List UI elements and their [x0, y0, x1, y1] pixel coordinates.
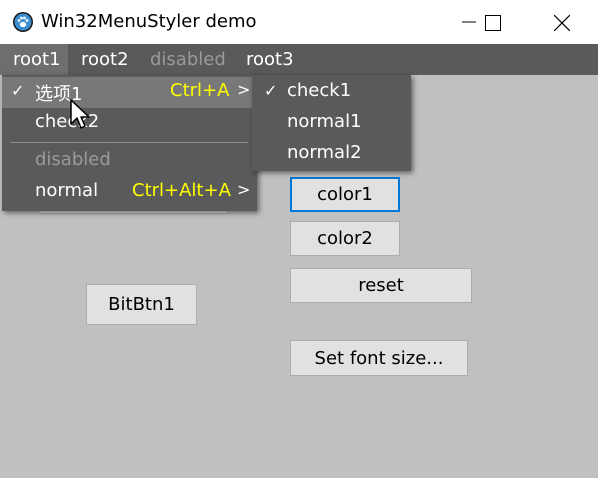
- menu-item-label: disabled: [35, 149, 111, 170]
- submenu-item-normal1[interactable]: normal1: [252, 108, 411, 139]
- submenu-item-normal2[interactable]: normal2: [252, 139, 411, 170]
- set-font-size-button[interactable]: Set font size...: [290, 340, 468, 376]
- menu-item-label: check1: [287, 80, 352, 101]
- maximize-icon: [485, 15, 501, 31]
- menu-item-disabled: disabled: [2, 146, 255, 177]
- menu-item-option1[interactable]: ✓ 选项1 Ctrl+A >: [2, 77, 255, 108]
- check-icon: ✓: [264, 81, 278, 100]
- menu-item-check2[interactable]: check2: [2, 108, 255, 139]
- title-bar[interactable]: Win32MenuStyler demo: [0, 0, 598, 44]
- window-title: Win32MenuStyler demo: [41, 11, 257, 32]
- menubar-root2[interactable]: root2: [81, 49, 129, 70]
- color2-button[interactable]: color2: [290, 221, 400, 256]
- menubar-root1[interactable]: root1: [13, 49, 61, 70]
- color1-button[interactable]: color1: [290, 177, 400, 212]
- menu-separator: [10, 142, 248, 143]
- paw-icon: [13, 12, 33, 32]
- reset-button[interactable]: reset: [290, 268, 472, 303]
- submenu-arrow-icon: >: [237, 80, 251, 99]
- menu-item-label: normal: [35, 180, 99, 201]
- menu-item-label: normal2: [287, 142, 362, 163]
- submenu-arrow-icon: >: [237, 180, 251, 199]
- maximize-button[interactable]: [469, 0, 515, 44]
- bitbtn1-button[interactable]: BitBtn1: [86, 284, 197, 325]
- close-button[interactable]: [538, 0, 584, 44]
- menu-item-shortcut: Ctrl+Alt+A: [132, 180, 231, 201]
- menu-item-normal[interactable]: normal Ctrl+Alt+A >: [2, 177, 255, 208]
- root1-dropdown-menu: ✓ 选项1 Ctrl+A > check2 disabled normal Ct…: [2, 75, 257, 211]
- menubar-disabled: disabled: [150, 49, 226, 70]
- option1-submenu: ✓ check1 normal1 normal2: [252, 75, 411, 171]
- menu-item-shortcut: Ctrl+A: [170, 80, 230, 101]
- app-window: Win32MenuStyler demo root1 root2 disable…: [0, 0, 598, 478]
- mouse-cursor-icon: [70, 99, 90, 129]
- menu-item-label: normal1: [287, 111, 362, 132]
- check-icon: ✓: [11, 81, 25, 100]
- menubar-root3[interactable]: root3: [246, 49, 294, 70]
- close-icon: [554, 15, 570, 31]
- submenu-item-check1[interactable]: ✓ check1: [252, 77, 411, 108]
